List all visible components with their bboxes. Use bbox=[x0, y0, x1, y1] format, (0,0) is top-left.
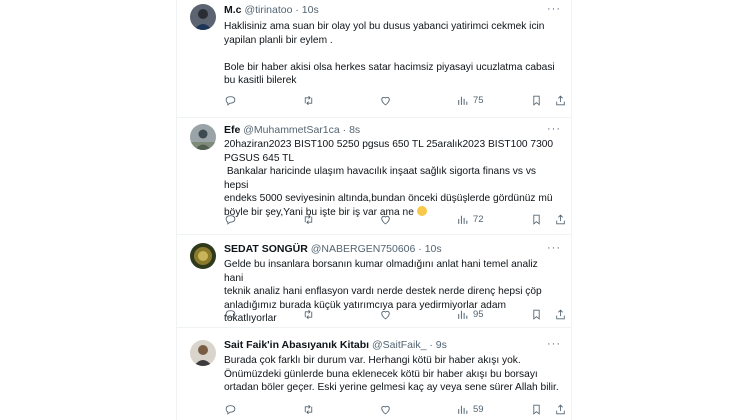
reply-icon bbox=[225, 404, 236, 415]
reply-button[interactable] bbox=[224, 402, 237, 416]
bookmark-icon bbox=[533, 214, 540, 225]
bookmark-icon bbox=[533, 404, 540, 415]
avatar[interactable] bbox=[190, 4, 216, 30]
separator-dot: · bbox=[418, 243, 422, 255]
like-button[interactable] bbox=[379, 93, 392, 107]
more-options-icon[interactable]: ··· bbox=[547, 242, 561, 254]
retweet-icon bbox=[304, 309, 313, 319]
retweet-button[interactable] bbox=[302, 212, 315, 226]
reply-button[interactable] bbox=[224, 307, 237, 321]
views-icon bbox=[458, 96, 468, 105]
separator-dot: · bbox=[295, 4, 299, 16]
views-icon bbox=[458, 405, 468, 414]
avatar[interactable] bbox=[190, 340, 216, 366]
separator-dot: · bbox=[342, 124, 347, 136]
views-button[interactable]: 72 bbox=[456, 212, 484, 226]
tweet-text-content: 20haziran2023 BIST100 5250 pgsus 650 TL … bbox=[224, 139, 554, 218]
reply-icon bbox=[225, 95, 236, 106]
share-button[interactable] bbox=[554, 307, 567, 321]
display-name[interactable]: Efe bbox=[224, 124, 240, 136]
retweet-icon bbox=[304, 95, 313, 105]
more-options-icon[interactable]: ··· bbox=[547, 338, 561, 350]
share-icon bbox=[556, 404, 565, 414]
tweet[interactable]: M.c @tirinatoo · 10s ··· Haklisiniz ama … bbox=[177, 0, 571, 118]
views-button[interactable]: 95 bbox=[456, 307, 484, 321]
reply-button[interactable] bbox=[224, 212, 237, 226]
display-name[interactable]: SEDAT SONGÜR bbox=[224, 243, 308, 255]
user-handle[interactable]: @SaitFaik_ bbox=[372, 339, 426, 351]
display-name[interactable]: M.c bbox=[224, 4, 242, 16]
tweet-actions: 72 bbox=[224, 212, 565, 226]
tweet-actions: 59 bbox=[224, 402, 565, 416]
views-count: 72 bbox=[473, 213, 484, 225]
tweet[interactable]: Sait Faik'in Abasıyanık Kitabı @SaitFaik… bbox=[177, 328, 571, 420]
views-button[interactable]: 59 bbox=[456, 402, 484, 416]
views-button[interactable]: 75 bbox=[456, 93, 484, 107]
user-handle[interactable]: @tirinatoo bbox=[244, 4, 292, 16]
bookmark-button[interactable] bbox=[530, 93, 543, 107]
more-options-icon[interactable]: ··· bbox=[547, 123, 561, 135]
bookmark-button[interactable] bbox=[530, 402, 543, 416]
retweet-icon bbox=[304, 214, 313, 224]
user-handle[interactable]: @MuhammetSar1ca bbox=[243, 124, 339, 136]
retweet-button[interactable] bbox=[302, 307, 315, 321]
like-icon bbox=[381, 96, 390, 105]
views-icon bbox=[458, 310, 468, 319]
like-icon bbox=[381, 405, 390, 414]
tweet-header: Sait Faik'in Abasıyanık Kitabı @SaitFaik… bbox=[224, 339, 447, 352]
tweet-actions: 95 bbox=[224, 307, 565, 321]
views-count: 95 bbox=[473, 308, 484, 320]
share-icon bbox=[556, 309, 565, 319]
bookmark-button[interactable] bbox=[530, 212, 543, 226]
views-count: 75 bbox=[473, 94, 484, 106]
share-icon bbox=[556, 214, 565, 224]
views-count: 59 bbox=[473, 403, 484, 415]
bookmark-button[interactable] bbox=[530, 307, 543, 321]
timestamp[interactable]: 10s bbox=[425, 243, 442, 255]
more-options-icon[interactable]: ··· bbox=[547, 3, 561, 15]
tweet-text: Burada çok farklı bir durum var. Herhang… bbox=[224, 355, 559, 393]
tweet-actions: 75 bbox=[224, 93, 565, 107]
share-button[interactable] bbox=[554, 93, 567, 107]
avatar[interactable] bbox=[190, 124, 216, 150]
tweet-header: M.c @tirinatoo · 10s bbox=[224, 4, 319, 17]
like-icon bbox=[381, 310, 390, 319]
timestamp[interactable]: 10s bbox=[302, 4, 319, 16]
reply-button[interactable] bbox=[224, 93, 237, 107]
like-button[interactable] bbox=[379, 402, 392, 416]
tweet[interactable]: Efe @MuhammetSar1ca · 8s ··· 20haziran20… bbox=[177, 118, 571, 235]
like-icon bbox=[381, 215, 390, 224]
reply-icon bbox=[225, 214, 236, 225]
views-icon bbox=[458, 215, 468, 224]
timeline: M.c @tirinatoo · 10s ··· Haklisiniz ama … bbox=[176, 0, 572, 420]
tweet-header: Efe @MuhammetSar1ca · 8s bbox=[224, 124, 360, 137]
tweet-header: SEDAT SONGÜR @NABERGEN750606 · 10s bbox=[224, 243, 442, 256]
user-handle[interactable]: @NABERGEN750606 bbox=[311, 243, 416, 255]
retweet-button[interactable] bbox=[302, 402, 315, 416]
retweet-icon bbox=[304, 404, 313, 414]
avatar[interactable] bbox=[190, 243, 216, 269]
share-button[interactable] bbox=[554, 212, 567, 226]
tweet-text: 20haziran2023 BIST100 5250 pgsus 650 TL … bbox=[224, 138, 559, 219]
like-button[interactable] bbox=[379, 307, 392, 321]
separator-dot: · bbox=[429, 339, 433, 351]
share-icon bbox=[556, 95, 565, 105]
bookmark-icon bbox=[533, 95, 540, 106]
share-button[interactable] bbox=[554, 402, 567, 416]
reply-icon bbox=[225, 309, 236, 320]
tweet[interactable]: SEDAT SONGÜR @NABERGEN750606 · 10s ··· G… bbox=[177, 235, 571, 328]
retweet-button[interactable] bbox=[302, 93, 315, 107]
bookmark-icon bbox=[533, 309, 540, 320]
timestamp[interactable]: 9s bbox=[436, 339, 447, 351]
like-button[interactable] bbox=[379, 212, 392, 226]
tweet-text: Haklisiniz ama suan bir olay yol bu dusu… bbox=[224, 21, 555, 86]
timestamp[interactable]: 8s bbox=[349, 124, 360, 136]
display-name[interactable]: Sait Faik'in Abasıyanık Kitabı bbox=[224, 339, 369, 351]
